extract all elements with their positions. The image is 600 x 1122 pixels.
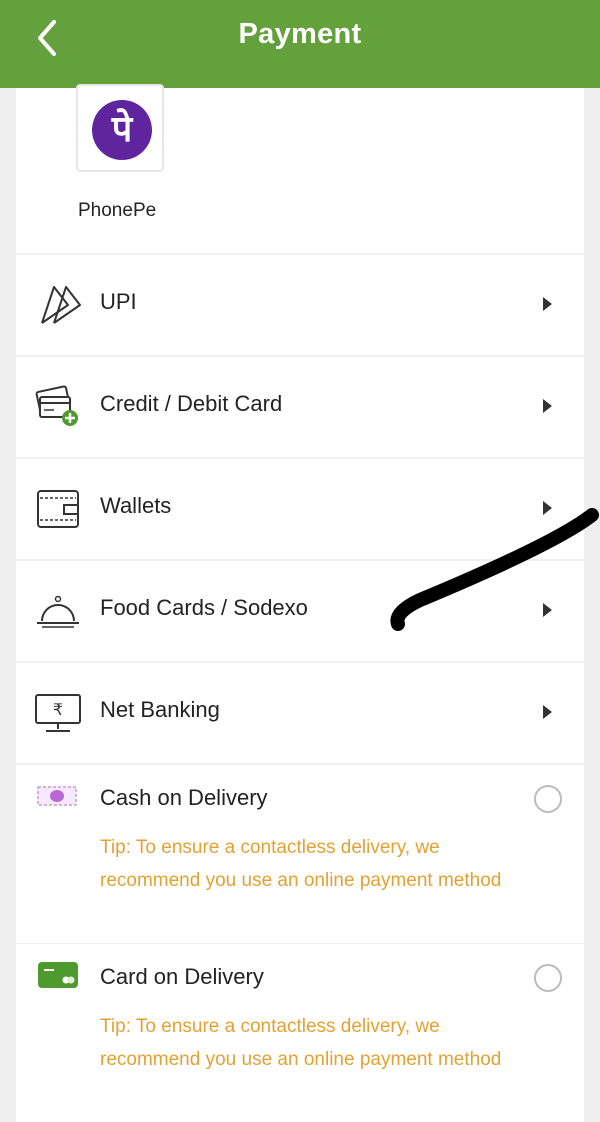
payment-method-food-cards[interactable]: Food Cards / Sodexo	[16, 561, 584, 661]
header-bar: Payment	[0, 0, 600, 88]
credit-card-add-icon	[34, 385, 82, 429]
upi-icon	[34, 283, 82, 327]
chevron-right-icon	[543, 501, 552, 515]
svg-text:₹: ₹	[53, 700, 63, 719]
option-label: Card on Delivery	[100, 964, 264, 989]
contactless-tip: Tip: To ensure a contactless delivery, w…	[100, 1016, 502, 1070]
method-label: Wallets	[100, 493, 172, 518]
phonepe-option[interactable]: पे PhonePe	[16, 84, 584, 253]
card-icon	[36, 960, 80, 990]
page-title: Payment	[238, 18, 362, 50]
contactless-tip: Tip: To ensure a contactless delivery, w…	[100, 837, 502, 891]
method-label: Net Banking	[100, 697, 220, 722]
food-cloche-icon	[34, 589, 82, 633]
chevron-right-icon	[543, 705, 552, 719]
cash-on-delivery-radio[interactable]	[534, 785, 562, 813]
card-on-delivery-radio[interactable]	[534, 964, 562, 992]
chevron-right-icon	[543, 399, 552, 413]
option-label: Cash on Delivery	[100, 785, 268, 810]
payment-method-net-banking[interactable]: ₹ Net Banking	[16, 663, 584, 763]
net-banking-icon: ₹	[34, 691, 82, 735]
method-label: Food Cards / Sodexo	[100, 595, 308, 620]
chevron-right-icon	[543, 297, 552, 311]
phonepe-tile[interactable]: पे	[76, 84, 164, 172]
chevron-right-icon	[543, 603, 552, 617]
wallet-icon	[34, 487, 82, 531]
method-label: Credit / Debit Card	[100, 391, 283, 416]
method-label: UPI	[100, 289, 137, 314]
payment-option-cash-on-delivery[interactable]: Cash on Delivery Tip: To ensure a contac…	[16, 765, 584, 943]
payment-option-card-on-delivery[interactable]: Card on Delivery Tip: To ensure a contac…	[16, 944, 584, 1122]
cash-icon	[36, 781, 80, 811]
payment-method-wallets[interactable]: Wallets	[16, 459, 584, 559]
phonepe-logo: पे	[92, 100, 152, 160]
payment-method-upi[interactable]: UPI	[16, 255, 584, 355]
payment-method-card[interactable]: Credit / Debit Card	[16, 357, 584, 457]
phonepe-label: PhonePe	[78, 200, 157, 221]
